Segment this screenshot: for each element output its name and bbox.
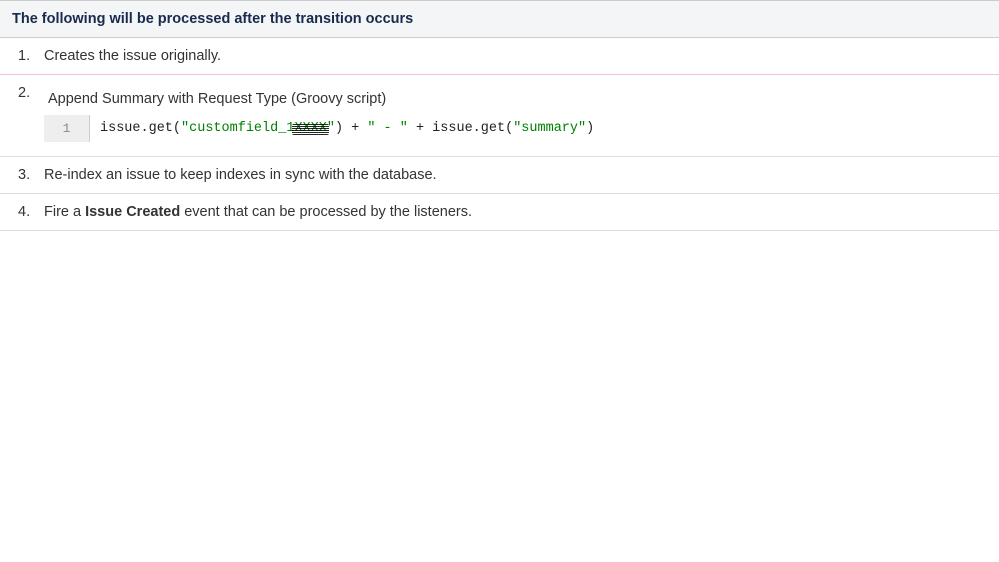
code-block: 1 issue.get("customfield_1XXXX") + " - "… <box>44 115 999 142</box>
code-string: "summary" <box>513 121 586 136</box>
code-line-1: 1 issue.get("customfield_1XXXX") + " - "… <box>44 115 999 142</box>
step-1-text: Creates the issue originally. <box>44 48 221 64</box>
code-string: "customfield_1 <box>181 121 294 136</box>
code-token: ) + <box>335 121 367 136</box>
code-content: issue.get("customfield_1XXXX") + " - " +… <box>90 115 604 142</box>
step-4: Fire a Issue Created event that can be p… <box>0 194 999 231</box>
step-2: Append Summary with Request Type (Groovy… <box>0 75 999 157</box>
step-1: Creates the issue originally. <box>0 38 999 75</box>
section-header: The following will be processed after th… <box>0 0 999 38</box>
code-token: ) <box>586 121 594 136</box>
step-3-text: Re-index an issue to keep indexes in syn… <box>44 167 437 183</box>
code-token: + issue.get( <box>408 121 513 136</box>
line-number: 1 <box>44 115 90 142</box>
post-function-list: Creates the issue originally. Append Sum… <box>0 38 999 231</box>
code-string: " - " <box>367 121 408 136</box>
redacted-id: XXXX <box>294 121 326 136</box>
step-3: Re-index an issue to keep indexes in syn… <box>0 157 999 194</box>
step-4-pre: Fire a <box>44 204 85 220</box>
step-4-post: event that can be processed by the liste… <box>180 204 472 220</box>
step-2-desc: Append Summary with Request Type (Groovy… <box>48 91 999 107</box>
step-4-event: Issue Created <box>85 204 180 220</box>
code-token: issue.get( <box>100 121 181 136</box>
